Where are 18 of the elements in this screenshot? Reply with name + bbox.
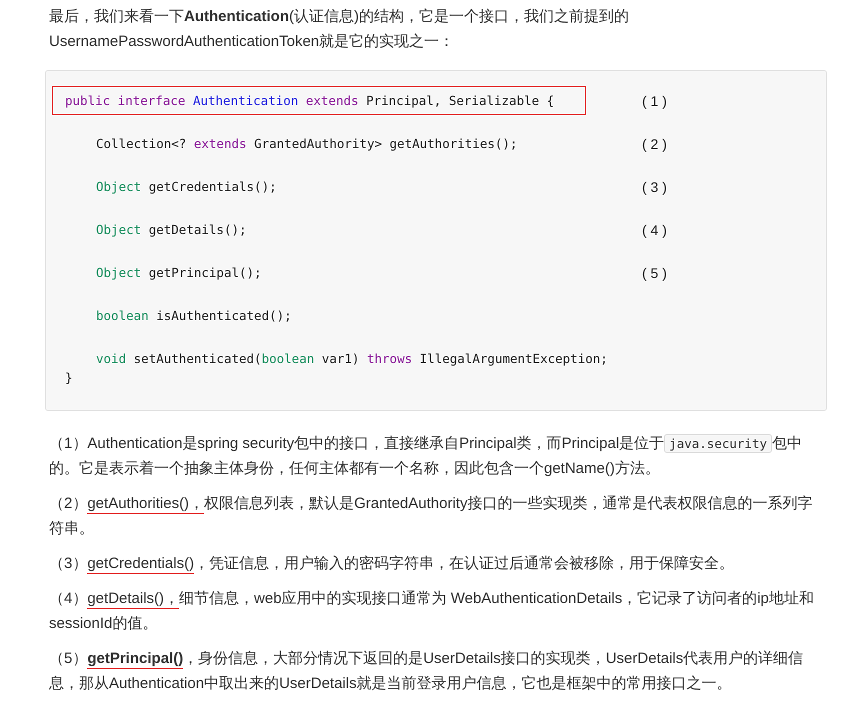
note-paragraph: （3）getCredentials()，凭证信息，用户输入的密码字符串，在认证过后通常会被移除，用于保障安全。 xyxy=(49,554,736,576)
note-paragraph: （4）getDetails()，细节信息，web应用中的实现接口通常为 WebAuthenticationDetails，它记录了访问者的ip地址和sessionId的值。 xyxy=(49,589,815,634)
line-marker: ( 4 ) xyxy=(642,222,667,238)
note-paragraph: （2）getAuthorities()，权限信息列表，默认是GrantedAuthority接口的一些实现类，通常是代表权限信息的一系列字符串。 xyxy=(49,494,814,539)
code-line: Collection<? extends GrantedAuthority> getAuthorities(); xyxy=(95,135,518,153)
code-line: void setAuthenticated(boolean var1) throws IllegalArgumentException; xyxy=(95,350,609,368)
note-paragraph: （1）Authentication是spring security包中的接口，直接继承自Principal类，而Principal是位于 java.security 包中的。它是表示着一个抽象主体身份，任何主体都有一个名称，因此包含一个getName()方法。 xyxy=(49,433,804,479)
code-line: Object getDetails(); xyxy=(95,221,248,239)
intro-paragraph: 最后，我们来看一下Authentication(认证信息)的结构，它是一个接口，我们之前提到的UsernamePasswordAuthenticationToken就是它的实现之一： xyxy=(49,7,630,52)
code-line: boolean isAuthenticated(); xyxy=(95,307,293,325)
code-line: } xyxy=(64,368,74,386)
note-paragraph: （5）getPrincipal()，身份信息，大部分情况下返回的是UserDetails接口的实现类，UserDetails代表用户的详细信息，那从Authentication中取出来的UserDetails就是当前登录用户信息，它也是框架中的常用接口之一。 xyxy=(49,649,804,694)
code-line: Object getPrincipal(); xyxy=(95,264,263,282)
line-marker: ( 1 ) xyxy=(642,92,667,108)
code-line: Object getCredentials(); xyxy=(95,178,278,196)
line-marker: ( 2 ) xyxy=(642,136,667,152)
line-marker: ( 3 ) xyxy=(642,178,667,194)
line-marker: ( 5 ) xyxy=(642,264,667,280)
